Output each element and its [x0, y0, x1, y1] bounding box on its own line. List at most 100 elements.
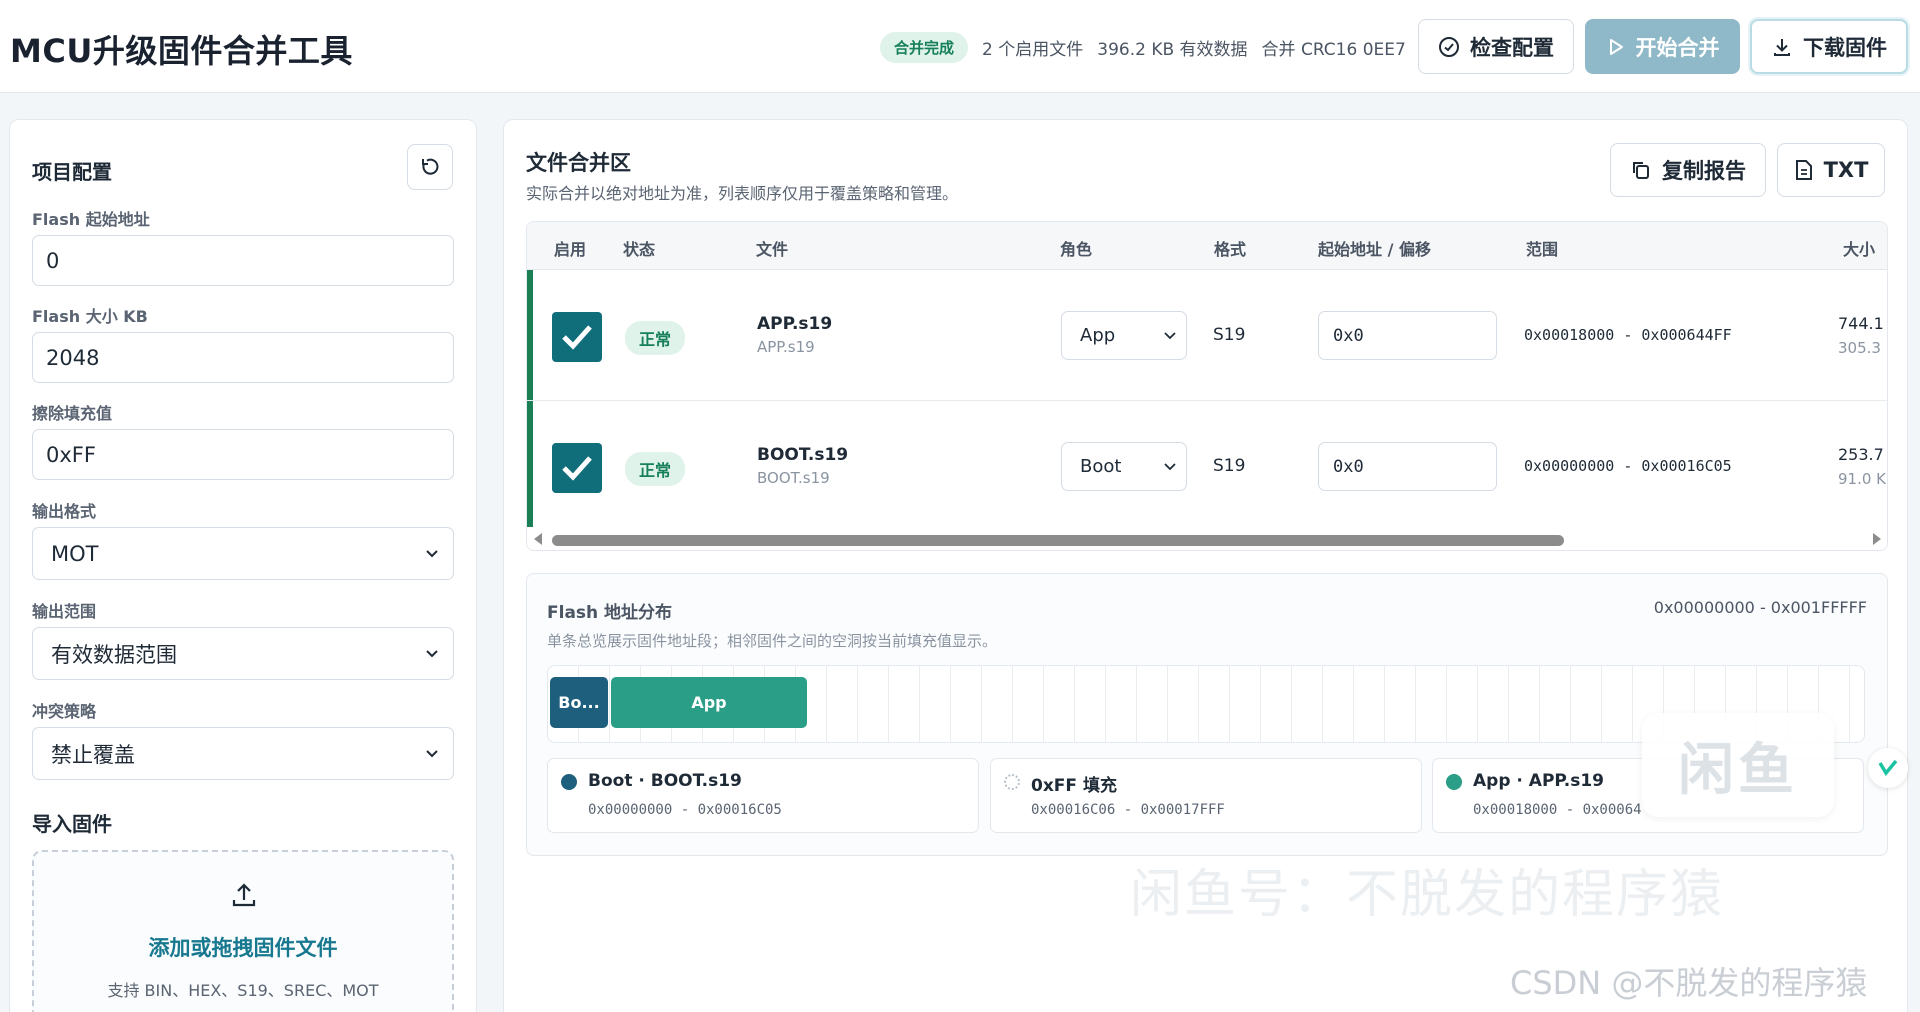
download-firmware-button[interactable]: 下载固件: [1750, 19, 1908, 74]
top-bar: MCU升级固件合并工具 合并完成 2 个启用文件 396.2 KB 有效数据 合…: [0, 0, 1920, 93]
download-firmware-label: 下载固件: [1803, 35, 1887, 60]
copy-report-label: 复制报告: [1662, 159, 1746, 183]
checkmark-icon: [562, 325, 592, 350]
address-range: 0x00018000 - 0x000644FF: [1524, 326, 1732, 344]
status-data-size: 396.2 KB 有效数据: [1097, 40, 1248, 60]
enable-checkbox[interactable]: [552, 443, 602, 493]
status-pill: 正常: [625, 321, 686, 355]
conflict-policy-label: 冲突策略: [32, 702, 97, 721]
scrollbar-thumb[interactable]: [552, 535, 1564, 546]
watermark-check-icon: [1868, 748, 1908, 788]
flash-total-range: 0x00000000 - 0x001FFFFF: [1653, 598, 1867, 617]
export-txt-button[interactable]: TXT: [1777, 143, 1885, 197]
role-select[interactable]: App: [1061, 311, 1187, 360]
firmware-drop-zone[interactable]: 添加或拖拽固件文件 支持 BIN、HEX、S19、SREC、MOT: [32, 850, 454, 1012]
output-range-value: 有效数据范围: [51, 642, 177, 667]
file-subname: BOOT.s19: [757, 469, 830, 487]
reset-icon: [419, 156, 441, 178]
watermark-text: CSDN @不脱发的程序猿: [1510, 964, 1868, 1002]
role-value: Boot: [1080, 456, 1122, 477]
table-scrollbar[interactable]: [527, 527, 1887, 550]
watermark-text: 闲鱼号：不脱发的程序猿: [1130, 865, 1725, 925]
file-name: APP.s19: [757, 314, 833, 334]
col-format: 格式: [1214, 240, 1247, 259]
status-file-count: 2 个启用文件: [982, 40, 1084, 60]
app-segment[interactable]: App: [611, 677, 807, 728]
chevron-down-icon: [1164, 331, 1176, 340]
status-badge: 合并完成: [880, 32, 969, 63]
legend-fill: 0xFF 填充 0x00016C06 - 0x00017FFF: [990, 758, 1422, 833]
output-format-value: MOT: [51, 541, 99, 566]
legend-dot: [1446, 774, 1462, 790]
file-text-icon: [1794, 159, 1814, 181]
flash-start-label: Flash 起始地址: [32, 210, 150, 229]
output-range-label: 输出范围: [32, 602, 97, 621]
enable-checkbox[interactable]: [552, 312, 602, 362]
legend-range: 0x00016C06 - 0x00017FFF: [1031, 802, 1225, 818]
file-size-secondary: 305.3: [1838, 339, 1881, 357]
checkmark-icon: [562, 456, 592, 481]
row-active-bar: [527, 270, 533, 400]
check-config-label: 检查配置: [1470, 35, 1554, 60]
app-title: MCU升级固件合并工具: [10, 32, 353, 70]
legend-dot: [561, 774, 577, 790]
role-select[interactable]: Boot: [1061, 442, 1187, 491]
file-format: S19: [1213, 325, 1246, 345]
legend-dot: [1004, 774, 1020, 790]
scroll-right-icon[interactable]: [1873, 533, 1881, 545]
erase-fill-label: 擦除填充值: [32, 404, 113, 423]
conflict-policy-select[interactable]: 禁止覆盖: [32, 727, 454, 780]
flash-start-input[interactable]: 0: [32, 235, 454, 286]
status-crc: 合并 CRC16 0EE7: [1261, 40, 1406, 60]
row-active-bar: [527, 401, 533, 531]
check-config-button[interactable]: 检查配置: [1418, 19, 1574, 74]
output-format-label: 输出格式: [32, 502, 97, 521]
project-config-title: 项目配置: [32, 160, 112, 184]
offset-input[interactable]: 0x0: [1318, 311, 1497, 360]
output-format-select[interactable]: MOT: [32, 527, 454, 580]
col-enable: 启用: [554, 240, 587, 259]
table-header: 启用 状态 文件 角色 格式 起始地址 / 偏移 范围 大小: [527, 222, 1887, 270]
erase-fill-input[interactable]: 0xFF: [32, 429, 454, 480]
role-value: App: [1080, 325, 1116, 346]
reset-config-button[interactable]: [407, 144, 453, 190]
boot-segment[interactable]: Bo...: [550, 677, 608, 728]
col-file: 文件: [756, 240, 789, 259]
offset-input[interactable]: 0x0: [1318, 442, 1497, 491]
check-circle-icon: [1438, 36, 1460, 58]
flash-size-label: Flash 大小 KB: [32, 307, 148, 326]
import-firmware-title: 导入固件: [32, 812, 112, 836]
merge-status: 合并完成 2 个启用文件 396.2 KB 有效数据 合并 CRC16 0EE7: [880, 32, 1406, 63]
col-size: 大小: [1843, 240, 1876, 259]
file-format: S19: [1213, 456, 1246, 476]
watermark-logo: 闲鱼: [1642, 713, 1834, 817]
col-status: 状态: [623, 240, 656, 259]
address-range: 0x00000000 - 0x00016C05: [1524, 457, 1732, 475]
start-merge-button[interactable]: 开始合并: [1585, 19, 1740, 74]
table-row: 正常 APP.s19 APP.s19 App S19 0x0 0x0001800…: [527, 270, 1887, 401]
file-table: 启用 状态 文件 角色 格式 起始地址 / 偏移 范围 大小 正常 APP.s1…: [526, 221, 1888, 551]
status-pill: 正常: [625, 452, 686, 486]
flash-distribution-subtitle: 单条总览展示固件地址段；相邻固件之间的空洞按当前填充值显示。: [547, 632, 998, 650]
chevron-down-icon: [1164, 462, 1176, 471]
flash-size-input[interactable]: 2048: [32, 332, 454, 383]
merge-area-subtitle: 实际合并以绝对地址为准，列表顺序仅用于覆盖策略和管理。: [526, 184, 959, 203]
scroll-left-icon[interactable]: [534, 533, 542, 545]
file-size: 744.1: [1838, 314, 1884, 333]
file-subname: APP.s19: [757, 338, 815, 356]
legend-title: App · APP.s19: [1473, 771, 1604, 791]
project-config-panel: 项目配置 Flash 起始地址 0 Flash 大小 KB 2048 擦除填充值…: [9, 119, 477, 1012]
col-start-offset: 起始地址 / 偏移: [1318, 240, 1431, 259]
file-name: BOOT.s19: [757, 445, 849, 465]
download-icon: [1771, 36, 1793, 58]
flash-distribution-title: Flash 地址分布: [547, 603, 673, 623]
copy-icon: [1630, 159, 1652, 181]
legend-title: 0xFF 填充: [1031, 776, 1117, 796]
output-range-select[interactable]: 有效数据范围: [32, 627, 454, 680]
copy-report-button[interactable]: 复制报告: [1610, 143, 1766, 197]
table-row: 正常 BOOT.s19 BOOT.s19 Boot S19 0x0 0x0000…: [527, 401, 1887, 532]
conflict-policy-value: 禁止覆盖: [51, 742, 135, 767]
chevron-down-icon: [425, 749, 439, 759]
file-size: 253.7: [1838, 445, 1884, 464]
upload-icon: [229, 880, 259, 910]
